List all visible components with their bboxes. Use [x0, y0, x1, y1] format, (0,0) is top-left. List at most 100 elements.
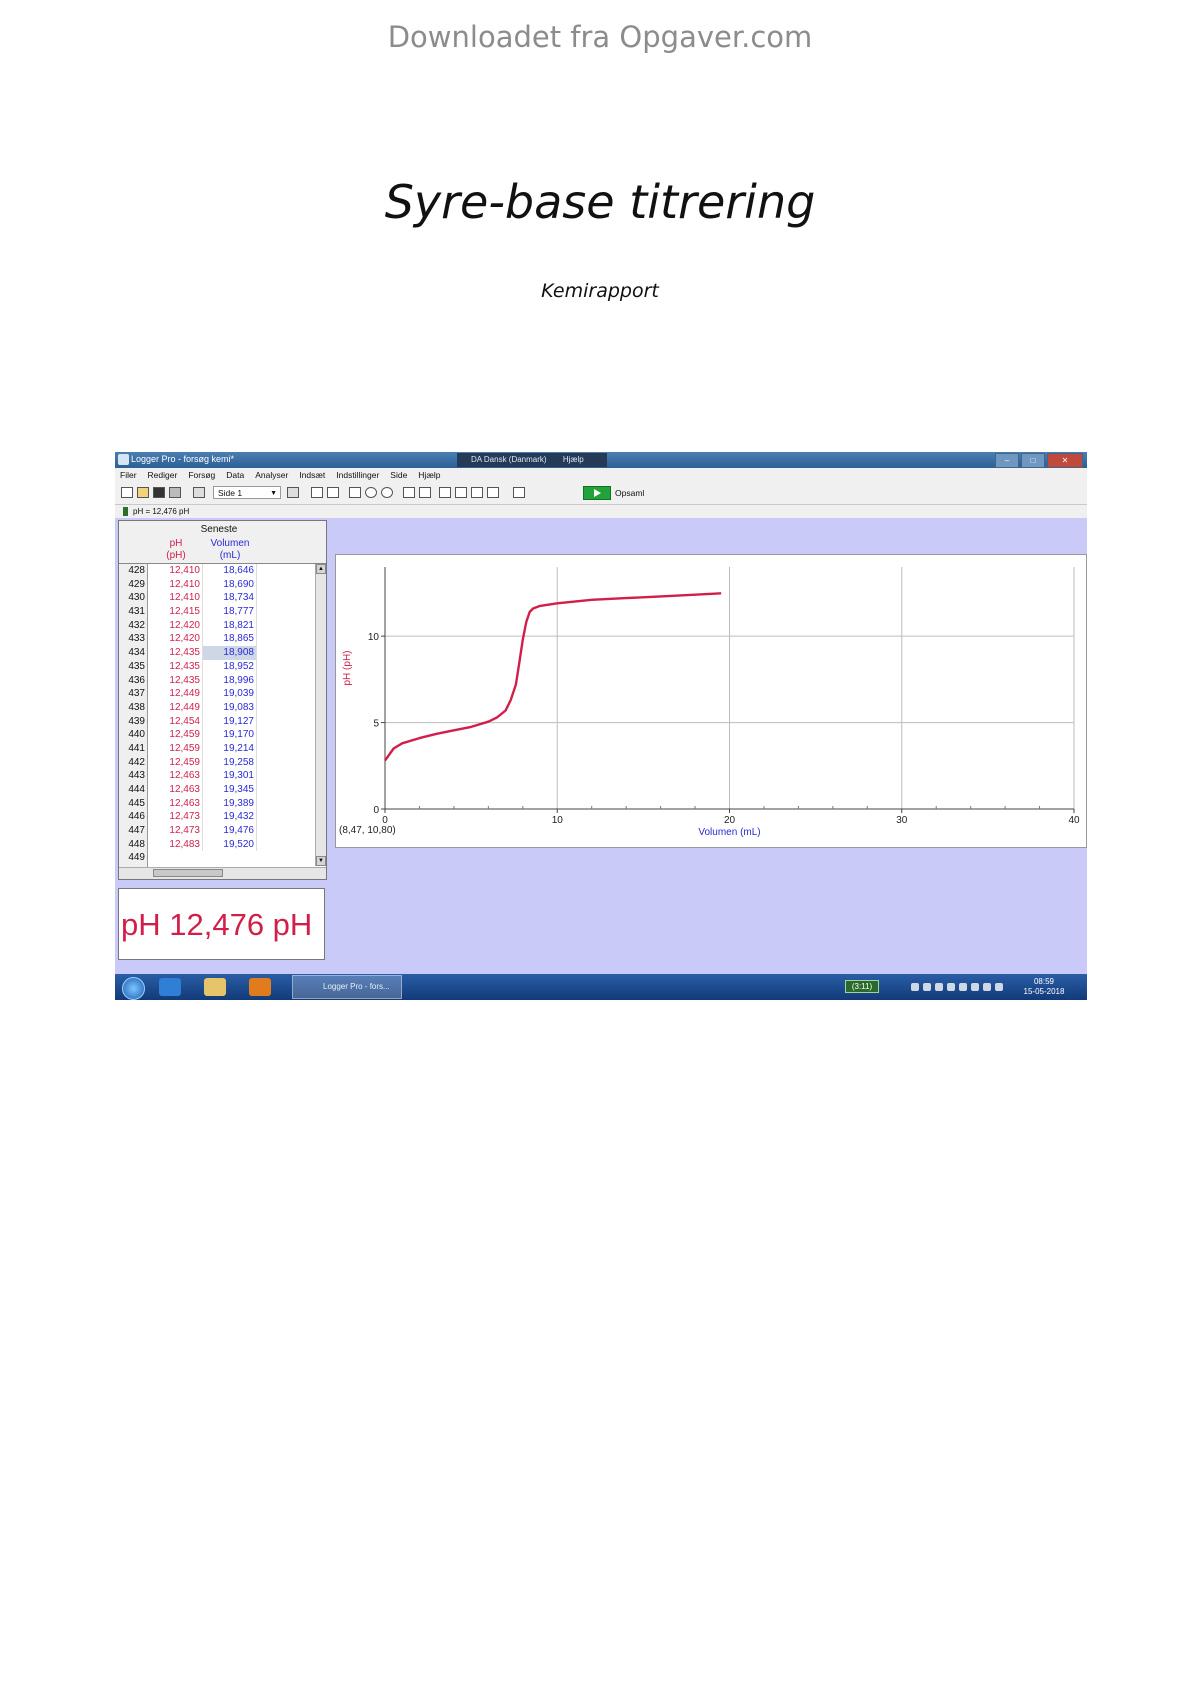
data-table[interactable]: Seneste pH (pH) Volumen (mL) 428 12,410 18…	[118, 520, 327, 880]
cell-ph[interactable]: 12,415	[149, 605, 203, 619]
collect-label[interactable]: Opsaml	[615, 488, 644, 498]
cell-ph[interactable]: 12,473	[149, 824, 203, 838]
cell-ph[interactable]: 12,454	[149, 714, 203, 729]
menu-side[interactable]: Side	[390, 468, 407, 482]
cell-ph[interactable]: 12,435	[149, 673, 203, 688]
windows-start-icon[interactable]	[122, 977, 145, 1000]
table-row[interactable]: 442 12,459 19,258	[119, 755, 316, 770]
tray-icon[interactable]	[983, 983, 991, 991]
cell-volumen[interactable]: 18,821	[203, 618, 257, 633]
table-icon[interactable]	[311, 487, 323, 498]
cell-volumen[interactable]: 19,476	[203, 824, 257, 838]
cell-volumen[interactable]: 19,127	[203, 714, 257, 729]
tray-icon[interactable]	[923, 983, 931, 991]
cell-volumen[interactable]: 18,646	[203, 564, 257, 578]
tangent-icon[interactable]	[419, 487, 431, 498]
column-header-volumen[interactable]: Volumen (mL)	[203, 538, 257, 562]
tray-icon[interactable]	[995, 983, 1003, 991]
table-row[interactable]: 432 12,420 18,821	[119, 618, 316, 633]
table-row[interactable]: 439 12,454 19,127	[119, 714, 316, 729]
table-row[interactable]: 449	[119, 851, 316, 866]
menu-indstillinger[interactable]: Indstillinger	[336, 468, 379, 482]
cell-volumen[interactable]: 19,258	[203, 755, 257, 770]
page-forward-icon[interactable]	[287, 487, 299, 498]
table-row[interactable]: 431 12,415 18,777	[119, 605, 316, 619]
cell-ph[interactable]: 12,449	[149, 687, 203, 701]
table-row[interactable]: 447 12,473 19,476	[119, 824, 316, 838]
table-row[interactable]: 446 12,473 19,432	[119, 810, 316, 825]
cell-volumen[interactable]: 18,908	[203, 646, 257, 660]
cell-ph[interactable]: 12,463	[149, 783, 203, 797]
table-row[interactable]: 435 12,435 18,952	[119, 659, 316, 674]
cell-ph[interactable]: 12,463	[149, 796, 203, 811]
cell-ph[interactable]: 12,459	[149, 755, 203, 770]
clock[interactable]: 08:59 15-05-2018	[1009, 977, 1079, 997]
minimize-button[interactable]: –	[995, 453, 1019, 468]
menu-forsoeg[interactable]: Forsøg	[188, 468, 215, 482]
horizontal-scrollbar[interactable]	[119, 867, 326, 879]
table-row[interactable]: 448 12,483 19,520	[119, 837, 316, 852]
new-file-icon[interactable]	[121, 487, 133, 498]
integral-icon[interactable]	[439, 487, 451, 498]
page-select[interactable]: Side 1 ▼	[213, 486, 281, 499]
zoom-out-icon[interactable]	[381, 487, 393, 498]
examine-icon[interactable]	[403, 487, 415, 498]
cell-volumen[interactable]: 19,214	[203, 741, 257, 756]
zoom-in-icon[interactable]	[365, 487, 377, 498]
table-row[interactable]: 440 12,459 19,170	[119, 728, 316, 742]
menu-indsaet[interactable]: Indsæt	[299, 468, 325, 482]
save-icon[interactable]	[153, 487, 165, 498]
tray-icon[interactable]	[935, 983, 943, 991]
autoscale-icon[interactable]	[349, 487, 361, 498]
cell-ph[interactable]: 12,410	[149, 591, 203, 606]
cell-ph[interactable]: 12,473	[149, 810, 203, 825]
table-row[interactable]: 438 12,449 19,083	[119, 700, 316, 715]
close-button[interactable]: ✕	[1047, 453, 1083, 468]
cell-volumen[interactable]: 18,952	[203, 659, 257, 674]
cell-ph[interactable]: 12,449	[149, 700, 203, 715]
cell-volumen[interactable]: 19,345	[203, 783, 257, 797]
cell-volumen[interactable]: 18,996	[203, 673, 257, 688]
page-back-icon[interactable]	[193, 487, 205, 498]
cell-volumen[interactable]: 19,432	[203, 810, 257, 825]
table-row[interactable]: 429 12,410 18,690	[119, 577, 316, 592]
cell-volumen[interactable]: 19,039	[203, 687, 257, 701]
menu-rediger[interactable]: Rediger	[148, 468, 178, 482]
tray-icon[interactable]	[911, 983, 919, 991]
cell-volumen[interactable]: 18,690	[203, 577, 257, 592]
column-header-ph[interactable]: pH (pH)	[149, 538, 203, 562]
menu-data[interactable]: Data	[226, 468, 244, 482]
cell-volumen[interactable]: 19,301	[203, 769, 257, 784]
cell-volumen[interactable]: 19,389	[203, 796, 257, 811]
table-row[interactable]: 437 12,449 19,039	[119, 687, 316, 701]
table-row[interactable]: 434 12,435 18,908	[119, 646, 316, 660]
table-row[interactable]: 441 12,459 19,214	[119, 741, 316, 756]
table-row[interactable]: 436 12,435 18,996	[119, 673, 316, 688]
cell-ph[interactable]: 12,420	[149, 632, 203, 647]
data-browser-icon[interactable]	[513, 487, 525, 498]
meter-icon[interactable]	[327, 487, 339, 498]
battery-icon[interactable]: (3:11)	[845, 980, 879, 993]
curve-fit-icon[interactable]	[487, 487, 499, 498]
cell-ph[interactable]: 12,463	[149, 769, 203, 784]
tray-icon[interactable]	[971, 983, 979, 991]
cell-ph[interactable]: 12,459	[149, 728, 203, 742]
menu-hjaelp[interactable]: Hjælp	[418, 468, 440, 482]
scroll-down-icon[interactable]: ▼	[316, 856, 326, 866]
cell-volumen[interactable]: 19,170	[203, 728, 257, 742]
graph-panel[interactable]: 0 10 20 30 40 0 5 10 Volumen (mL) pH (pH) (8,47, …	[335, 554, 1087, 848]
language-help[interactable]: Hjælp	[563, 455, 584, 464]
folder-icon[interactable]	[204, 978, 226, 996]
linear-fit-icon[interactable]	[471, 487, 483, 498]
scroll-up-icon[interactable]: ▲	[316, 564, 326, 574]
media-player-icon[interactable]	[249, 978, 271, 996]
table-row[interactable]: 443 12,463 19,301	[119, 769, 316, 784]
tray-icon[interactable]	[959, 983, 967, 991]
cell-volumen[interactable]: 19,520	[203, 837, 257, 852]
menu-filer[interactable]: Filer	[120, 468, 137, 482]
taskbar-logger-pro[interactable]: Logger Pro - fors...	[292, 975, 402, 999]
table-row[interactable]: 428 12,410 18,646	[119, 564, 316, 578]
maximize-button[interactable]: □	[1021, 453, 1045, 468]
open-folder-icon[interactable]	[137, 487, 149, 498]
menu-analyser[interactable]: Analyser	[255, 468, 288, 482]
